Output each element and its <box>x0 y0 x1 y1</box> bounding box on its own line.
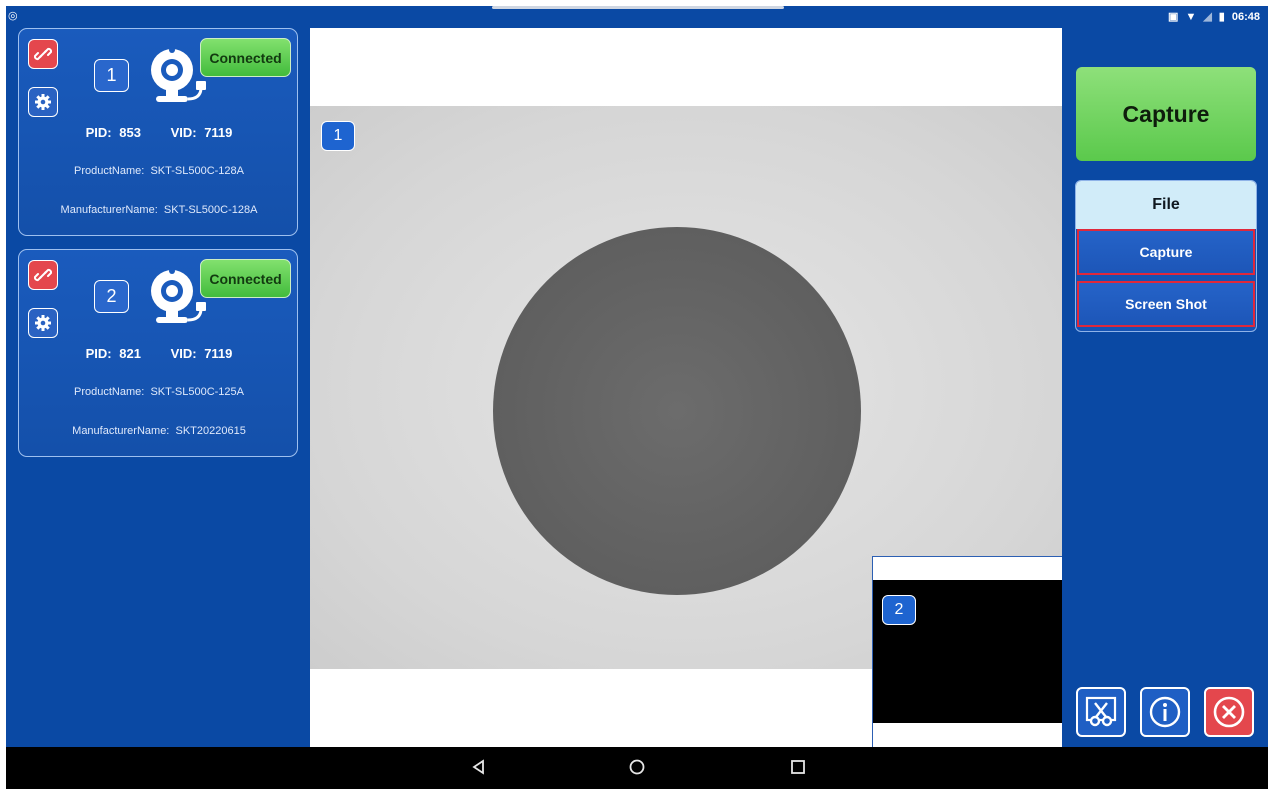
wifi-icon: ▼ <box>1185 10 1197 23</box>
unlink-button[interactable] <box>28 39 58 69</box>
file-menu-header[interactable]: File <box>1076 181 1256 229</box>
product-name-line: ProductName: SKT-SL500C-128A <box>19 165 299 177</box>
screenshot-scissors-icon <box>1085 696 1117 727</box>
pip-number-badge: 2 <box>882 595 916 625</box>
connection-status-button[interactable]: Connected <box>200 38 291 77</box>
status-pill <box>492 6 784 9</box>
fiber-end-face-image <box>493 227 861 595</box>
vid-value: 7119 <box>204 125 233 140</box>
home-icon <box>629 759 645 775</box>
pid-value: 853 <box>119 125 141 140</box>
camera-card-1: 1 Connected PID: 853 VID: 7119 ProductNa… <box>18 28 298 236</box>
close-icon <box>1213 696 1245 728</box>
back-icon <box>472 759 484 775</box>
manufacturer-label: ManufacturerName: <box>60 204 158 216</box>
connection-status-button[interactable]: Connected <box>200 259 291 298</box>
pid-label: PID: <box>85 346 112 361</box>
manufacturer-value: SKT-SL500C-128A <box>163 204 258 216</box>
unlink-icon <box>34 268 52 282</box>
settings-button[interactable] <box>28 87 58 117</box>
file-menu: File Capture Screen Shot <box>1075 180 1257 332</box>
camera-card-2: 2 Connected PID: 821 VID: 7119 ProductNa… <box>18 249 298 457</box>
info-icon <box>1149 696 1181 728</box>
gear-icon <box>35 94 51 110</box>
cast-icon: ▣ <box>1168 11 1179 23</box>
manufacturer-label: ManufacturerName: <box>72 425 170 437</box>
signal-icon: ◢ <box>1203 11 1212 23</box>
notification-icon: ◎ <box>8 10 18 22</box>
pid-vid-line: PID: 853 VID: 7119 <box>19 125 299 140</box>
android-nav-bar <box>6 747 1268 789</box>
gear-icon <box>35 315 51 331</box>
camera-number-badge: 1 <box>94 59 129 92</box>
battery-icon: ▮ <box>1218 11 1225 23</box>
screenshot-button[interactable] <box>1076 687 1126 737</box>
pid-label: PID: <box>85 125 112 140</box>
vid-label: VID: <box>170 125 197 140</box>
manufacturer-name-line: ManufacturerName: SKT20220615 <box>19 425 299 437</box>
pid-value: 821 <box>119 346 141 361</box>
file-screenshot-item[interactable]: Screen Shot <box>1077 281 1255 327</box>
product-value: SKT-SL500C-128A <box>150 165 244 177</box>
unlink-button[interactable] <box>28 260 58 290</box>
manufacturer-name-line: ManufacturerName: SKT-SL500C-128A <box>19 204 299 216</box>
camera-number-badge: 2 <box>94 280 129 313</box>
manufacturer-value: SKT20220615 <box>175 425 246 437</box>
recents-button[interactable] <box>790 759 806 779</box>
pid-vid-line: PID: 821 VID: 7119 <box>19 346 299 361</box>
product-name-line: ProductName: SKT-SL500C-125A <box>19 386 299 398</box>
home-button[interactable] <box>629 759 645 779</box>
view-number-badge: 1 <box>321 121 355 151</box>
status-time: 06:48 <box>1231 10 1260 23</box>
close-button[interactable] <box>1204 687 1254 737</box>
camera-viewer[interactable]: 1 2 <box>310 28 1062 747</box>
product-label: ProductName: <box>74 165 145 177</box>
product-label: ProductName: <box>74 386 145 398</box>
unlink-icon <box>34 47 52 61</box>
back-button[interactable] <box>471 759 487 779</box>
vid-value: 7119 <box>204 346 233 361</box>
info-button[interactable] <box>1140 687 1190 737</box>
camera-feed-2[interactable]: 2 <box>873 580 1062 723</box>
capture-button[interactable]: Capture <box>1076 67 1256 161</box>
app-screen: ◎ ▣ ▼ ◢ ▮ 06:48 1 Connected PID: 853 VID… <box>6 6 1268 747</box>
vid-label: VID: <box>170 346 197 361</box>
settings-button[interactable] <box>28 308 58 338</box>
camera-feed-2-pip[interactable]: 2 <box>872 556 1062 747</box>
status-right: ▣ ▼ ◢ ▮ 06:48 <box>1168 10 1260 24</box>
status-bar: ◎ ▣ ▼ ◢ ▮ 06:48 <box>6 6 1268 28</box>
file-capture-item[interactable]: Capture <box>1077 229 1255 275</box>
product-value: SKT-SL500C-125A <box>150 386 244 398</box>
recents-icon <box>791 760 805 774</box>
